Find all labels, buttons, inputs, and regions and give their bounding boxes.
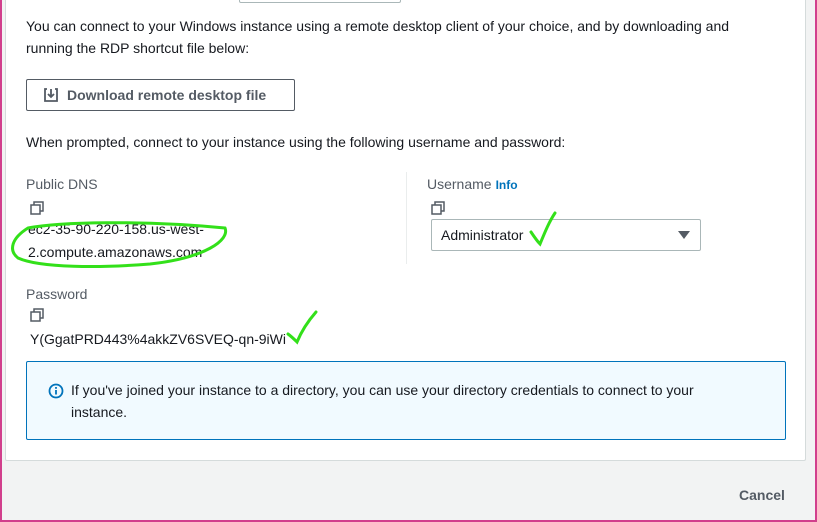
username-select[interactable]: Administrator — [431, 219, 701, 251]
download-rdp-label: Download remote desktop file — [67, 87, 267, 103]
connect-panel: You can connect to your Windows instance… — [5, 0, 806, 461]
public-dns-label: Public DNS — [26, 176, 98, 192]
username-label-text: Username — [427, 176, 492, 192]
tab-edge — [239, 0, 401, 3]
download-icon — [44, 88, 58, 102]
username-selected-value: Administrator — [441, 227, 524, 243]
directory-info-alert: If you've joined your instance to a dire… — [26, 361, 786, 440]
password-label: Password — [26, 286, 88, 302]
public-dns-value-line2: 2.compute.amazonaws.com — [28, 244, 203, 260]
cancel-button[interactable]: Cancel — [739, 487, 785, 503]
public-dns-value-line1: ec2-35-90-220-158.us-west- — [28, 221, 204, 237]
password-value: Y(GgatPRD443%4akkZV6SVEQ-qn-9iWi — [30, 331, 286, 347]
copy-icon[interactable] — [30, 308, 44, 322]
caret-down-icon — [678, 231, 690, 239]
copy-icon[interactable] — [431, 201, 445, 215]
username-info-link[interactable]: Info — [496, 178, 518, 192]
copy-icon[interactable] — [30, 201, 44, 215]
download-rdp-button[interactable]: Download remote desktop file — [26, 79, 295, 111]
username-label: Username Info — [427, 174, 518, 195]
column-divider — [406, 172, 407, 264]
info-circle-icon — [48, 383, 64, 399]
intro-text: You can connect to your Windows instance… — [26, 18, 730, 56]
window-frame-left — [0, 0, 2, 522]
directory-info-text: If you've joined your instance to a dire… — [71, 382, 694, 420]
credentials-prompt: When prompted, connect to your instance … — [26, 134, 566, 150]
